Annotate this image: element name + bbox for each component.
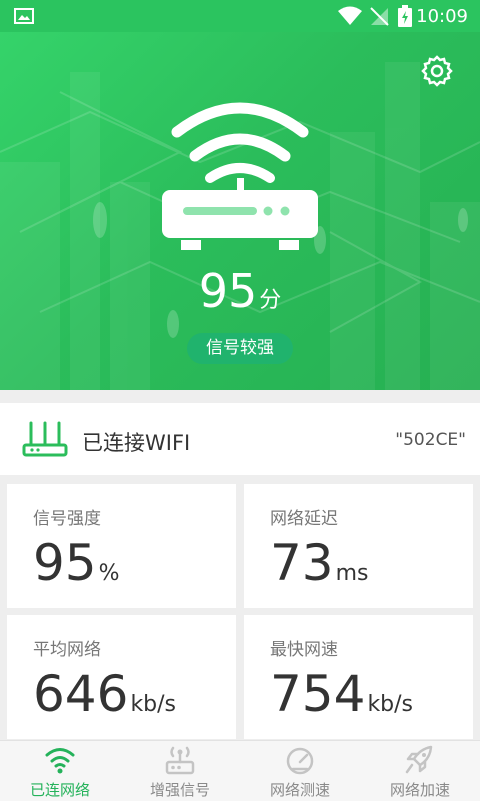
wifi-tab-icon	[45, 748, 75, 774]
tab-connected-network[interactable]: 已连网络	[0, 741, 120, 801]
wifi-ssid: "502CE"	[395, 430, 466, 450]
stat-number: 73	[270, 534, 334, 592]
image-icon	[14, 8, 34, 24]
wifi-router-icon	[22, 421, 68, 457]
stat-label: 信号强度	[33, 509, 101, 529]
stat-card-fastest-speed: 最快网速 754kb/s	[244, 615, 473, 739]
no-sim-icon	[370, 7, 389, 26]
stat-label: 网络延迟	[270, 509, 338, 529]
wifi-signal-icon	[338, 6, 362, 25]
connected-wifi-row[interactable]: 已连接WIFI "502CE"	[0, 403, 480, 475]
wifi-connection-label: 已连接WIFI	[82, 431, 191, 455]
stat-value: 95%	[33, 534, 120, 592]
signal-score: 95分	[0, 264, 480, 318]
signal-hero: 95分 信号较强	[0, 32, 480, 390]
gear-icon[interactable]	[420, 54, 454, 88]
clock: 10:09	[416, 6, 468, 27]
tab-speed-test[interactable]: 网络测速	[240, 741, 360, 801]
stat-unit: ms	[335, 561, 369, 586]
stat-value: 646kb/s	[33, 665, 176, 723]
battery-icon	[398, 5, 412, 27]
rocket-tab-icon	[405, 745, 433, 774]
tab-label: 网络测速	[269, 781, 330, 799]
stat-card-average-speed: 平均网络 646kb/s	[7, 615, 236, 739]
score-value: 95	[198, 264, 258, 318]
stat-unit: kb/s	[367, 692, 414, 717]
booster-tab-icon	[165, 746, 195, 775]
stat-label: 平均网络	[33, 640, 101, 660]
stat-unit: %	[98, 561, 120, 586]
tab-network-boost[interactable]: 网络加速	[360, 741, 480, 801]
score-unit: 分	[259, 288, 282, 313]
bottom-tab-bar: 已连网络 增强信号 网络测速 网络加速	[0, 740, 480, 801]
tab-label: 增强信号	[149, 781, 210, 799]
stat-value: 754kb/s	[270, 665, 413, 723]
router-icon	[162, 102, 318, 250]
tab-label: 网络加速	[389, 781, 450, 799]
status-bar: 10:09	[0, 0, 480, 32]
tab-label: 已连网络	[29, 781, 90, 799]
stat-value: 73ms	[270, 534, 369, 592]
stat-label: 最快网速	[270, 640, 338, 660]
tab-boost-signal[interactable]: 增强信号	[120, 741, 240, 801]
stat-number: 754	[270, 665, 366, 723]
stat-number: 646	[33, 665, 129, 723]
stat-card-signal-strength: 信号强度 95%	[7, 484, 236, 608]
stat-number: 95	[33, 534, 97, 592]
stat-unit: kb/s	[130, 692, 177, 717]
stat-card-latency: 网络延迟 73ms	[244, 484, 473, 608]
speedometer-tab-icon	[286, 747, 314, 775]
signal-strength-badge: 信号较强	[187, 333, 293, 364]
